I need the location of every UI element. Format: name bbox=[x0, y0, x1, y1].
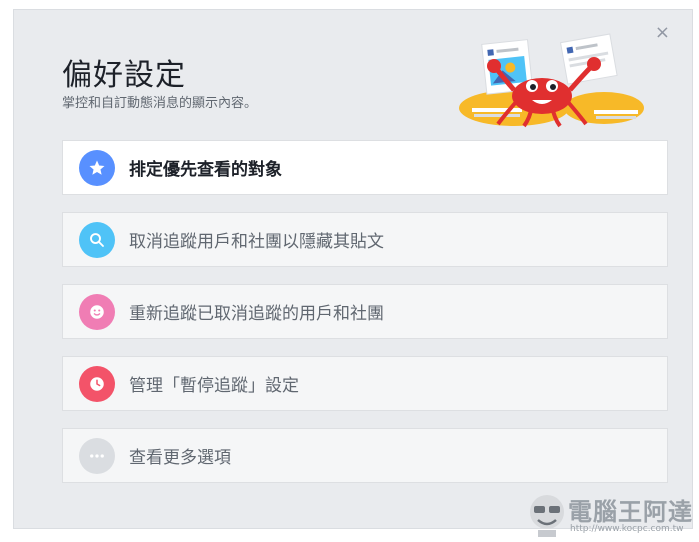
option-label: 排定優先查看的對象 bbox=[129, 160, 282, 180]
option-label: 查看更多選項 bbox=[129, 448, 231, 468]
option-unfollow[interactable]: 取消追蹤用戶和社團以隱藏其貼文 bbox=[62, 212, 668, 267]
more-icon bbox=[79, 437, 115, 474]
watermark: 電腦王阿達 http://www.kocpc.com.tw bbox=[526, 490, 696, 540]
watermark-title: 電腦王阿達 bbox=[568, 498, 693, 526]
clock-icon bbox=[79, 365, 115, 402]
close-icon[interactable]: × bbox=[655, 24, 670, 42]
smiley-icon bbox=[79, 293, 115, 330]
dialog-title: 偏好設定 bbox=[62, 58, 186, 93]
option-see-first[interactable]: 排定優先查看的對象 bbox=[62, 140, 668, 195]
search-icon bbox=[79, 221, 115, 258]
watermark-url: http://www.kocpc.com.tw bbox=[570, 524, 684, 534]
option-snooze[interactable]: 管理「暫停追蹤」設定 bbox=[62, 356, 668, 411]
option-refollow[interactable]: 重新追蹤已取消追蹤的用戶和社團 bbox=[62, 284, 668, 339]
option-more[interactable]: 查看更多選項 bbox=[62, 428, 668, 483]
star-icon bbox=[79, 149, 115, 186]
option-label: 重新追蹤已取消追蹤的用戶和社團 bbox=[129, 304, 384, 324]
option-label: 管理「暫停追蹤」設定 bbox=[129, 376, 299, 396]
mascot-logo bbox=[530, 495, 564, 537]
dialog-subtitle: 掌控和自訂動態消息的顯示內容。 bbox=[62, 96, 258, 111]
crab-illustration bbox=[459, 33, 644, 128]
option-label: 取消追蹤用戶和社團以隱藏其貼文 bbox=[129, 232, 384, 252]
preferences-dialog: × 偏好設定 掌控和自訂動態消息的顯示內容。 排定優先查看的對象 取消追蹤用戶和… bbox=[13, 9, 693, 529]
